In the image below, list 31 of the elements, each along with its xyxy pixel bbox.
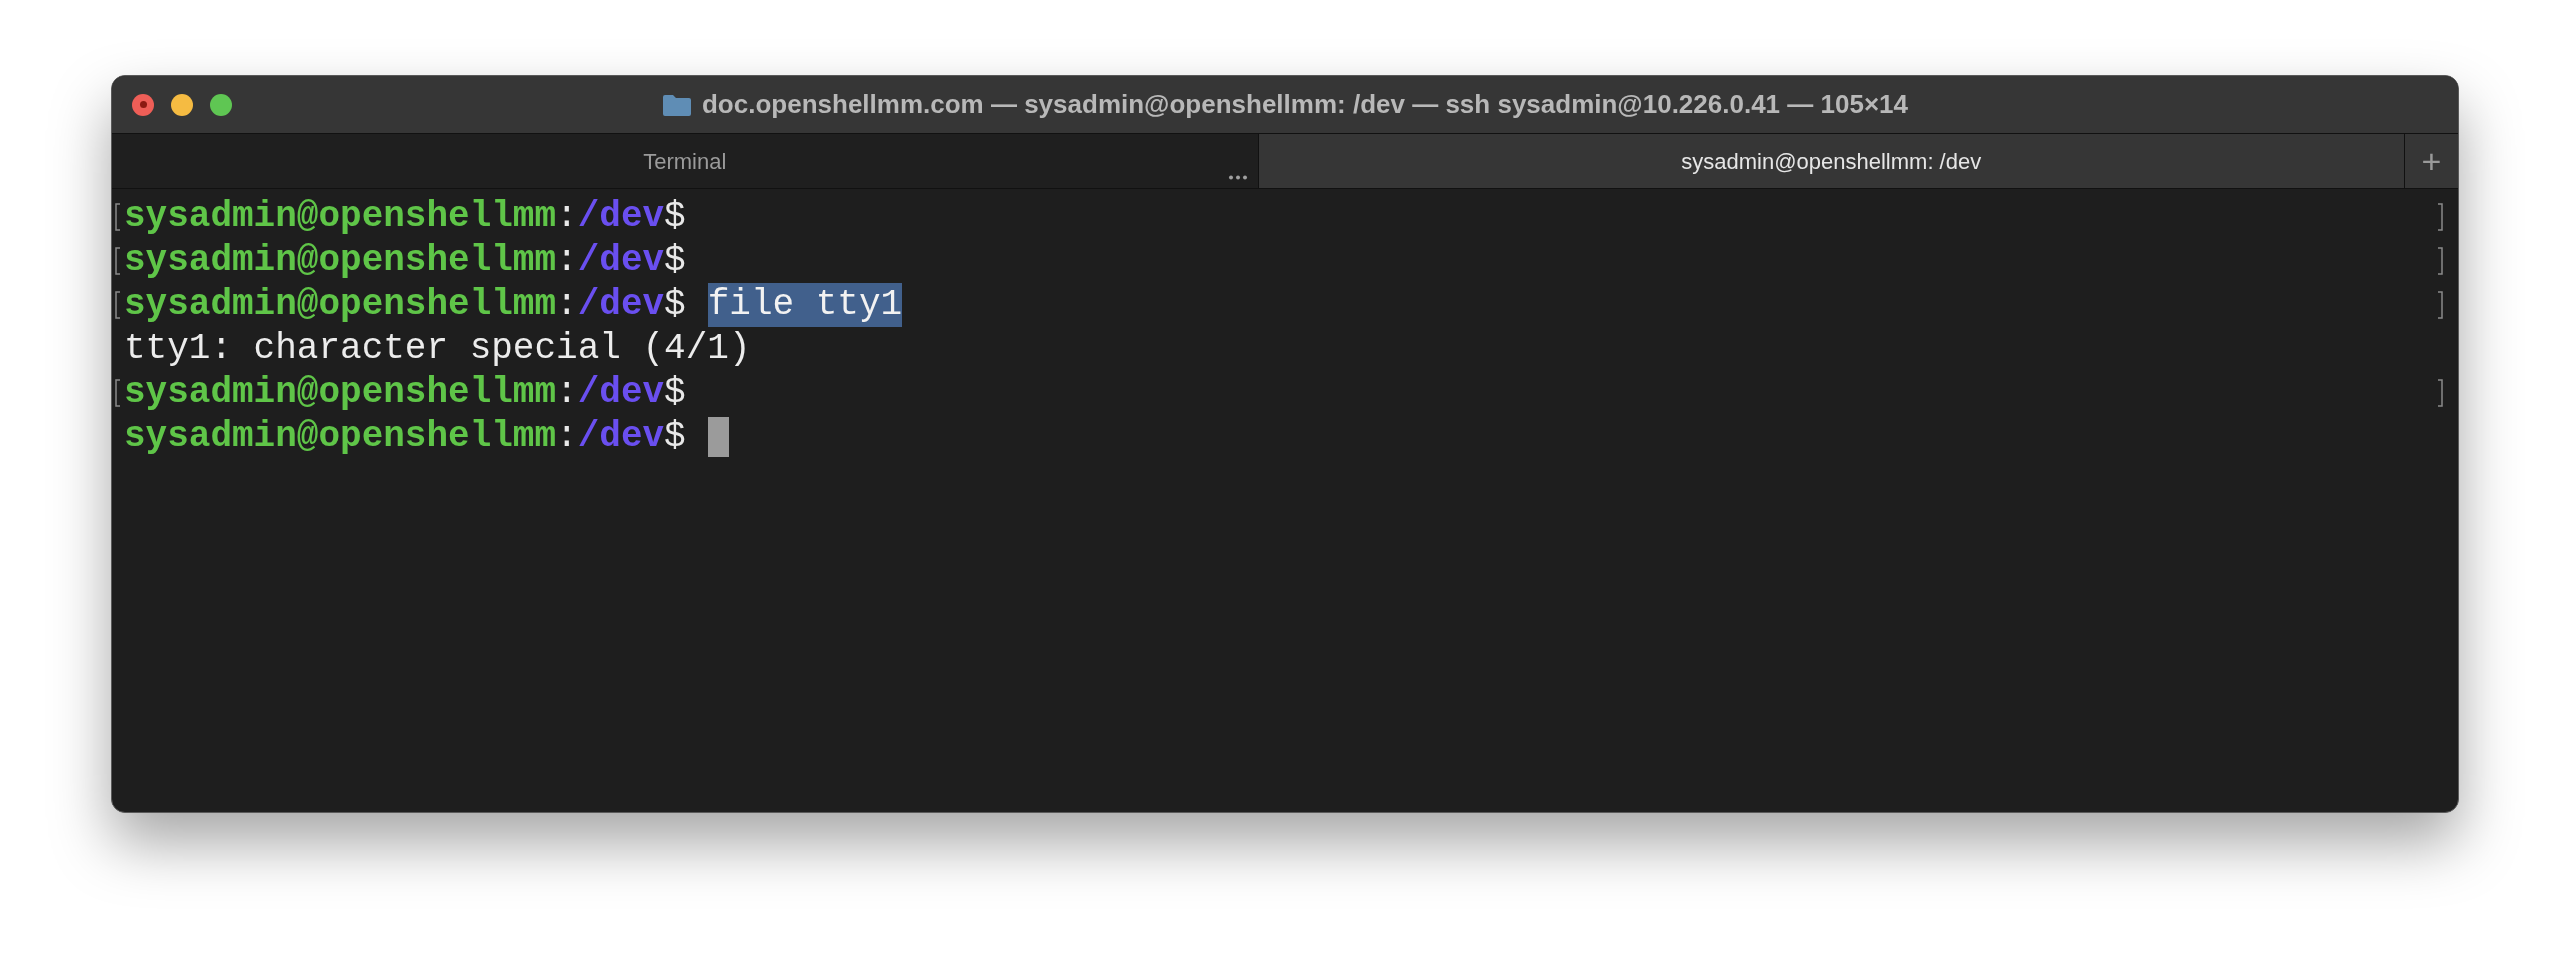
tab[interactable]: Terminal: [112, 134, 1259, 188]
prompt-user: sysadmin@openshellmm: [124, 239, 557, 283]
tab[interactable]: sysadmin@openshellmm: /dev: [1258, 134, 2404, 188]
more-icon[interactable]: [1227, 175, 1248, 180]
prompt-user: sysadmin@openshellmm: [124, 283, 557, 327]
new-tab-button[interactable]: +: [2404, 134, 2458, 188]
window-title: doc.openshellmm.com — sysadmin@openshellmm: /dev — ssh sysadmin@10.226.0.41 — 105×14: [702, 88, 1908, 121]
prompt-symbol: $: [664, 239, 686, 283]
prompt-symbol: $: [664, 415, 686, 459]
close-button[interactable]: [132, 93, 154, 116]
prompt-separator: :: [556, 195, 578, 239]
prompt-path: /dev: [577, 283, 665, 327]
prompt-path: /dev: [577, 371, 665, 415]
prompt-symbol: $: [664, 195, 686, 239]
prompt-path: /dev: [577, 415, 665, 459]
prompt-separator: :: [556, 371, 578, 415]
zoom-button[interactable]: [210, 93, 232, 116]
prompt-separator: :: [556, 415, 578, 459]
prompt-symbol: $: [664, 371, 686, 415]
output-text: tty1: character special (4/1): [124, 327, 751, 371]
prompt-user: sysadmin@openshellmm: [124, 195, 557, 239]
prompt-path: /dev: [577, 195, 665, 239]
folder-icon: [662, 92, 692, 117]
command-text: file tty1: [707, 283, 903, 327]
prompt-user: sysadmin@openshellmm: [124, 415, 557, 459]
prompt-path: /dev: [577, 239, 665, 283]
minimize-button[interactable]: [171, 93, 193, 116]
prompt-user: sysadmin@openshellmm: [124, 371, 557, 415]
prompt-separator: :: [556, 239, 578, 283]
prompt-separator: :: [556, 283, 578, 327]
prompt-symbol: $: [664, 283, 686, 327]
